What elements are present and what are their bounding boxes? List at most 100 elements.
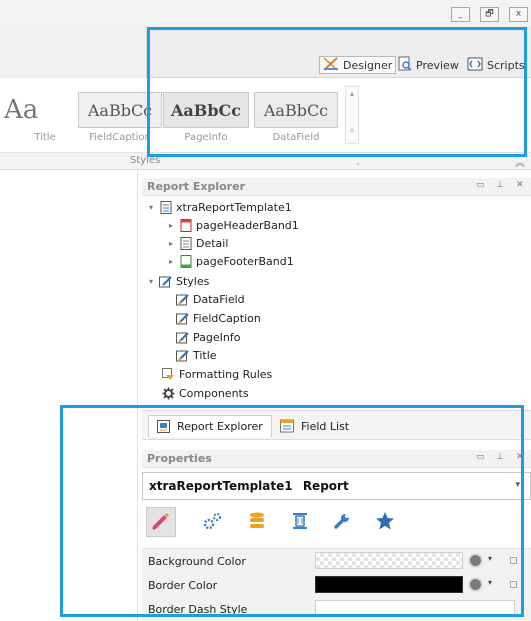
collapse-ribbon-icon[interactable]: ︽ <box>515 154 525 169</box>
gears-icon <box>202 511 224 534</box>
tab-label: Report Explorer <box>177 420 263 433</box>
components-icon <box>162 387 175 400</box>
designer-view-button[interactable]: Designer <box>319 56 397 74</box>
object-type: Report <box>302 479 349 493</box>
collapse-icon[interactable]: ▾ <box>146 277 156 286</box>
chevron-down-icon[interactable]: ▾ <box>488 578 492 587</box>
styles-group-label: Styles <box>130 155 161 166</box>
gallery-scrollbar[interactable]: ▴ ⩡ <box>345 86 359 144</box>
chevron-down-icon[interactable]: ▾ <box>488 554 492 563</box>
style-caption: Title <box>34 132 56 143</box>
close-button[interactable]: x <box>509 7 528 22</box>
tree-node-label: pageHeaderBand1 <box>196 218 299 232</box>
panel-tab-strip: Report Explorer Field List <box>142 410 531 440</box>
style-sample: AaBbCc <box>78 92 162 128</box>
property-name: Border Color <box>148 579 218 592</box>
styles-gallery: Aa Title AaBbCc FieldCaption AaBbCc Page… <box>0 78 531 152</box>
style-sample: AaBbCc <box>163 92 249 128</box>
database-icon <box>248 511 266 534</box>
minimize-button[interactable]: _ <box>451 7 470 22</box>
scroll-up-icon[interactable]: ▴ <box>346 89 358 98</box>
window-titlebar: _ 🗗 x <box>0 0 531 26</box>
field-list-icon <box>280 419 295 433</box>
tree-node-style-datafield[interactable]: DataField <box>176 290 245 308</box>
color-picker-icon[interactable] <box>468 553 483 568</box>
detail-band-icon <box>179 236 192 250</box>
tree-node-report[interactable]: ▾ xtraReportTemplate1 <box>146 198 292 216</box>
behavior-tab-button[interactable] <box>198 507 228 537</box>
color-picker-icon[interactable] <box>468 577 483 592</box>
close-panel-icon[interactable]: ✕ <box>516 180 524 190</box>
chevron-down-icon[interactable]: ▾ <box>515 480 520 490</box>
reset-property-icon[interactable] <box>510 581 517 588</box>
expand-icon[interactable]: ▸ <box>166 239 176 248</box>
layout-tab-button[interactable] <box>285 507 315 537</box>
design-surface[interactable] <box>0 170 138 621</box>
favorites-tab-button[interactable] <box>370 507 400 537</box>
designer-label: Designer <box>343 58 393 72</box>
tree-node-label: pageFooterBand1 <box>196 254 294 268</box>
style-gallery-item-title[interactable]: Aa Title <box>0 92 70 152</box>
tree-node-label: Styles <box>176 274 210 288</box>
property-grid: Background Color ▾ Border Color ▾ Border… <box>142 548 531 621</box>
tree-node-style-title[interactable]: Title <box>176 346 217 364</box>
pin-icon[interactable]: ⊥ <box>496 452 504 462</box>
appearance-tab-button[interactable] <box>146 507 176 537</box>
page-header-band-icon <box>179 218 192 232</box>
brush-icon <box>151 511 171 534</box>
property-row-background-color[interactable]: Background Color ▾ <box>142 549 531 573</box>
style-gallery-item-datafield[interactable]: AaBbCc DataField <box>254 92 340 152</box>
star-icon <box>375 511 395 534</box>
tab-field-list[interactable]: Field List <box>272 415 357 437</box>
style-item-icon <box>176 312 189 325</box>
tree-node-label: DataField <box>193 292 245 306</box>
pin-icon[interactable]: ⊥ <box>496 180 504 190</box>
restore-button[interactable]: 🗗 <box>480 7 499 22</box>
scripts-label: Scripts <box>487 58 525 72</box>
style-caption: PageInfo <box>184 132 228 143</box>
formatting-rules-icon <box>162 367 175 381</box>
misc-tab-button[interactable] <box>327 507 357 537</box>
style-gallery-item-pageinfo[interactable]: AaBbCc PageInfo <box>163 92 249 152</box>
property-row-border-dash-style[interactable]: Border Dash Style <box>142 597 531 621</box>
tree-node-detail-band[interactable]: ▸ Detail <box>166 234 228 252</box>
expand-icon[interactable]: ▸ <box>166 257 176 266</box>
dialog-launcher-icon[interactable]: ⌟ <box>356 157 360 166</box>
data-tab-button[interactable] <box>242 507 272 537</box>
style-sample: Aa <box>0 92 62 128</box>
float-panel-icon[interactable]: ▭ <box>476 180 485 190</box>
tree-node-style-pageinfo[interactable]: PageInfo <box>176 328 240 346</box>
object-name: xtraReportTemplate1 <box>149 479 293 493</box>
close-panel-icon[interactable]: ✕ <box>516 452 524 462</box>
preview-icon <box>398 56 412 74</box>
float-panel-icon[interactable]: ▭ <box>476 452 485 462</box>
tree-node-label: Detail <box>196 236 229 250</box>
property-row-border-color[interactable]: Border Color ▾ <box>142 573 531 597</box>
tree-node-label: xtraReportTemplate1 <box>176 200 292 214</box>
tree-node-label: Components <box>179 386 249 400</box>
object-selector[interactable]: xtraReportTemplate1 Report ▾ <box>142 472 531 500</box>
style-caption: DataField <box>272 132 320 143</box>
reset-property-icon[interactable] <box>510 557 517 564</box>
tab-report-explorer[interactable]: Report Explorer <box>148 415 272 437</box>
tree-node-formatting-rules[interactable]: Formatting Rules <box>162 365 272 383</box>
tree-node-label: Title <box>193 348 217 362</box>
tree-node-page-footer-band[interactable]: ▸ pageFooterBand1 <box>166 252 294 270</box>
wrench-icon <box>332 511 352 534</box>
gallery-more-icon[interactable]: ⩡ <box>346 126 358 136</box>
collapse-icon[interactable]: ▾ <box>146 203 156 212</box>
scripts-view-button[interactable]: Scripts <box>467 56 525 74</box>
tree-node-styles[interactable]: ▾ Styles <box>146 272 209 290</box>
style-gallery-item-fieldcaption[interactable]: AaBbCc FieldCaption <box>78 92 162 152</box>
tree-node-page-header-band[interactable]: ▸ pageHeaderBand1 <box>166 216 299 234</box>
border-color-value[interactable] <box>315 576 463 593</box>
expand-icon[interactable]: ▸ <box>166 221 176 230</box>
border-dash-style-value[interactable] <box>315 600 515 617</box>
page-footer-band-icon <box>179 254 192 268</box>
background-color-value[interactable] <box>315 552 463 569</box>
preview-label: Preview <box>416 58 459 72</box>
tree-node-style-fieldcaption[interactable]: FieldCaption <box>176 309 261 327</box>
preview-view-button[interactable]: Preview <box>398 56 459 74</box>
tree-node-components[interactable]: Components <box>162 384 249 402</box>
layout-icon <box>290 511 310 534</box>
